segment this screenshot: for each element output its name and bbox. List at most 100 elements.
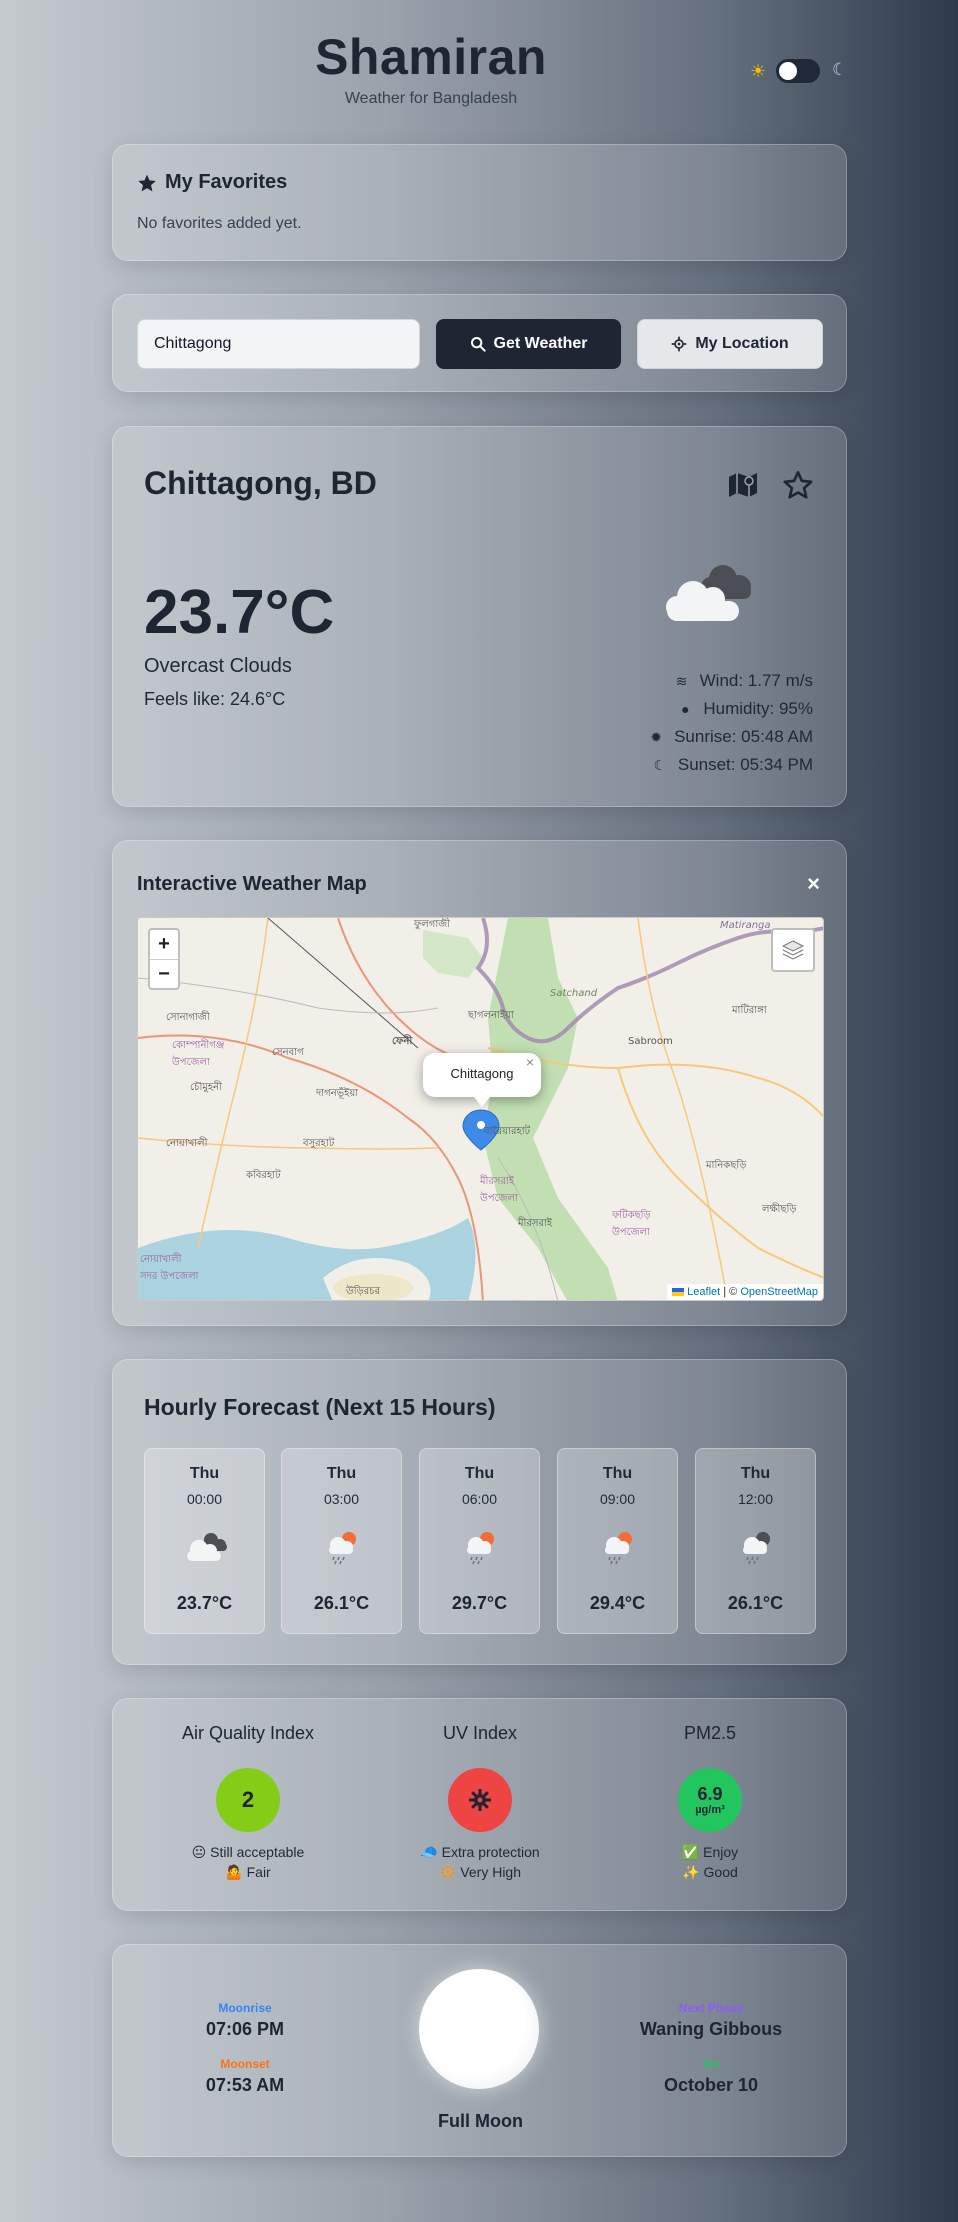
pm25-advice: ✅ Enjoy — [681, 1844, 739, 1860]
hour-temp: 23.7°C — [176, 1593, 233, 1613]
hourly-item: Thu 09:00 29.4°C — [557, 1448, 678, 1634]
map-label: মীরসরাই উপজেলা — [480, 1176, 518, 1204]
hourly-title: Hourly Forecast (Next 15 Hours) — [144, 1394, 496, 1420]
next-phase-date: October 10 — [663, 2075, 759, 2095]
feels-like: Feels like: 24.6°C — [144, 689, 286, 709]
toggle-knob — [779, 62, 797, 80]
moonrise-label: Moonrise — [218, 2001, 272, 2015]
hourly-item: Thu 06:00 29.7°C — [419, 1448, 540, 1634]
moonset-time: 07:53 AM — [205, 2075, 285, 2095]
sunset-value: Sunset: 05:34 PM — [677, 755, 813, 774]
add-favorite-button[interactable] — [780, 467, 816, 503]
pm25-value: 6.9 — [697, 1784, 723, 1804]
hour-time: 03:00 — [323, 1491, 360, 1507]
on-label: On — [702, 2057, 720, 2071]
map-label: কোম্পানীগঞ্জ উপজেলা — [172, 1040, 225, 1068]
attribution-separator: | © — [720, 1286, 741, 1298]
map-label: উড়িরচর — [346, 1286, 381, 1297]
air-uv-card: Air Quality Index 2 😐 Still acceptable 🤷… — [112, 1698, 847, 1911]
next-phase-label: Next Phase — [678, 2001, 744, 2015]
map-icon — [729, 473, 757, 497]
map-label: Satchand — [550, 988, 598, 999]
hour-day: Thu — [602, 1465, 633, 1482]
weather-description: Overcast Clouds — [144, 655, 292, 677]
rain-sun-icon — [329, 1532, 356, 1565]
leaflet-link[interactable]: Leaflet — [687, 1286, 720, 1298]
popup-close-button[interactable]: × — [526, 1054, 534, 1070]
map-label: কবিরহাট — [246, 1170, 281, 1181]
hour-day: Thu — [189, 1465, 220, 1482]
map-attribution: Leaflet | © OpenStreetMap — [667, 1284, 823, 1300]
app-title: Shamiran — [315, 29, 547, 85]
get-weather-button[interactable]: Get Weather — [436, 319, 621, 369]
crosshair-icon — [671, 336, 687, 352]
map-label: ফটিকছড়ি উপজেলা — [612, 1210, 651, 1238]
uv-badge — [448, 1768, 512, 1832]
moon-icon: ☾ — [653, 756, 667, 773]
overcast-clouds-icon — [666, 565, 751, 621]
city-search-input[interactable] — [137, 319, 420, 369]
uv-block: UV Index 🧢 Extra protection 🔆 Very High — [365, 1723, 595, 1882]
map-label: ফুলগাজী — [414, 919, 451, 930]
hour-day: Thu — [740, 1465, 771, 1482]
aqi-title: Air Quality Index — [181, 1723, 315, 1743]
map-label: দাগনভূঁইয়া — [316, 1088, 359, 1099]
theme-toggle[interactable]: ☀ ☾ — [746, 58, 850, 84]
app-header: Shamiran Weather for Bangladesh ☀ ☾ — [0, 0, 958, 130]
zoom-in-button[interactable]: + — [150, 930, 178, 959]
droplet-icon: ● — [681, 701, 690, 717]
aqi-block: Air Quality Index 2 😐 Still acceptable 🤷… — [133, 1723, 363, 1882]
aqi-value: 2 — [241, 1787, 255, 1812]
hourly-item: Thu 12:00 26.1°C — [695, 1448, 816, 1634]
popup-text: Chittagong — [450, 1066, 514, 1081]
map-label: সোনাগাজী — [166, 1012, 210, 1023]
current-weather-card: Chittagong, BD 23.7°C Overcast Clouds Fe… — [112, 426, 847, 807]
uv-advice: 🧢 Extra protection — [420, 1844, 540, 1860]
app-subtitle: Weather for Bangladesh — [344, 90, 518, 107]
pm25-level: ✨ Good — [682, 1864, 738, 1880]
weather-details: ≋ Wind: 1.77 m/s ● Humidity: 95% ✹ Sunrise:… — [648, 667, 813, 779]
hourly-item: Thu 00:00 23.7°C — [144, 1448, 265, 1634]
sun-icon: ☀ — [750, 61, 767, 81]
map-label: মাটিরাঙ্গা — [732, 1005, 767, 1016]
map-zoom-control: + − — [148, 928, 180, 990]
rain-sun-icon — [467, 1532, 494, 1565]
hour-time: 00:00 — [186, 1491, 223, 1507]
humidity-value: Humidity: 95% — [703, 699, 813, 718]
night-cloudy-icon — [187, 1533, 227, 1561]
favorites-empty-text: No favorites added yet. — [137, 215, 302, 232]
map-view[interactable]: ফুলগাজী Matiranga সোনাগাজী ছাগলনাইয়া মা… — [137, 917, 824, 1301]
favorites-card: My Favorites No favorites added yet. — [112, 144, 847, 261]
map-label: মানিকছড়ি — [706, 1160, 747, 1171]
gear-icon — [469, 1789, 491, 1811]
map-layers-button[interactable] — [771, 928, 815, 972]
hour-day: Thu — [326, 1465, 357, 1482]
map-label: Matiranga — [720, 920, 771, 931]
city-name: Chittagong, BD — [144, 465, 377, 501]
hour-temp: 29.4°C — [589, 1593, 646, 1613]
map-label: বসুরহাট — [303, 1138, 335, 1149]
map-label: Sabroom — [628, 1036, 673, 1047]
rain-sun-icon — [605, 1532, 632, 1565]
moon-image — [419, 1969, 539, 2089]
search-icon — [470, 337, 486, 352]
get-weather-label: Get Weather — [493, 335, 588, 352]
theme-toggle-switch[interactable] — [776, 59, 820, 83]
pm25-block: PM2.5 6.9 µg/m³ ✅ Enjoy ✨ Good — [595, 1723, 825, 1882]
hour-day: Thu — [464, 1465, 495, 1482]
uv-level: 🔆 Very High — [438, 1864, 522, 1880]
moon-phase-name: Full Moon — [438, 2111, 523, 2131]
osm-link[interactable]: OpenStreetMap — [740, 1286, 818, 1298]
map-close-button[interactable]: × — [807, 871, 820, 897]
hourly-item: Thu 03:00 26.1°C — [281, 1448, 402, 1634]
map-toggle-button[interactable] — [725, 467, 761, 503]
zoom-out-button[interactable]: − — [150, 959, 178, 988]
aqi-level: 🤷 Fair — [225, 1864, 271, 1880]
wind-icon: ≋ — [675, 672, 688, 689]
uv-title: UV Index — [442, 1723, 518, 1743]
pm25-unit: µg/m³ — [695, 1804, 725, 1816]
wind-value: Wind: 1.77 m/s — [699, 671, 813, 690]
my-location-button[interactable]: My Location — [637, 319, 823, 369]
star-icon — [138, 174, 156, 191]
search-card: Get Weather My Location — [112, 294, 847, 392]
